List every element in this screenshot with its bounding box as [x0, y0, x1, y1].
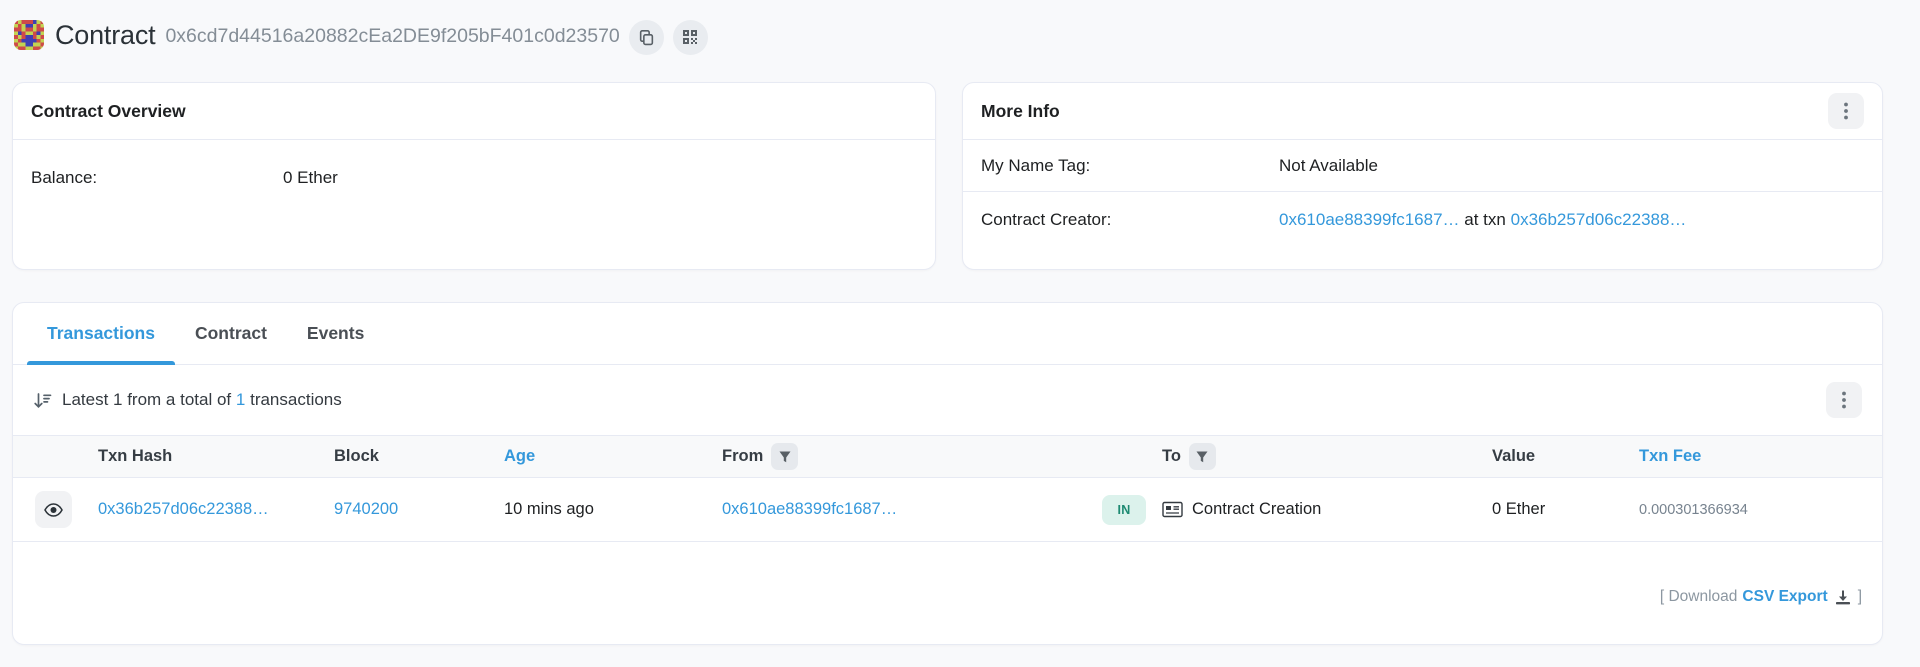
- column-to: To: [1147, 436, 1477, 478]
- filter-icon: [1196, 451, 1208, 463]
- copy-address-button[interactable]: [629, 20, 664, 55]
- contract-creator-label: Contract Creator:: [981, 210, 1279, 230]
- summary-suffix: transactions: [250, 390, 342, 409]
- column-direction-spacer: [1087, 436, 1147, 478]
- column-value: Value: [1477, 436, 1624, 478]
- table-header-row: Txn Hash Block Age From: [13, 436, 1882, 478]
- txn-value: 0 Ether: [1477, 478, 1624, 542]
- from-address-link[interactable]: 0x610ae88399fc1687…: [722, 500, 897, 518]
- qr-code-icon: [682, 29, 698, 45]
- contract-overview-title: Contract Overview: [31, 101, 186, 122]
- contract-creator-row: Contract Creator: 0x610ae88399fc1687… at…: [963, 192, 1882, 248]
- transaction-row: 0x36b257d06c22388… 9740200 10 mins ago 0…: [13, 478, 1882, 542]
- column-from: From: [707, 436, 1087, 478]
- txn-hash-link[interactable]: 0x36b257d06c22388…: [98, 500, 269, 518]
- column-age[interactable]: Age: [489, 436, 707, 478]
- transactions-summary-row: Latest 1 from a total of 1 transactions: [13, 365, 1882, 435]
- block-link[interactable]: 9740200: [334, 500, 398, 518]
- balance-label: Balance:: [31, 168, 283, 188]
- copy-icon: [638, 29, 655, 46]
- page-title: Contract: [55, 20, 155, 51]
- contract-creator-value: 0x610ae88399fc1687… at txn 0x36b257d06c2…: [1279, 210, 1686, 230]
- to-contract-creation: Contract Creation: [1192, 500, 1321, 519]
- name-tag-label: My Name Tag:: [981, 156, 1279, 176]
- transactions-menu-button[interactable]: [1826, 382, 1862, 418]
- name-tag-value: Not Available: [1279, 156, 1378, 176]
- txn-fee: 0.000301366934: [1624, 478, 1882, 542]
- tab-contract[interactable]: Contract: [175, 303, 287, 364]
- summary-count-link[interactable]: 1: [236, 390, 245, 409]
- summary-prefix: Latest 1 from a total of: [62, 390, 231, 409]
- kebab-icon: [1844, 102, 1848, 120]
- column-eye-spacer: [13, 436, 83, 478]
- kebab-icon: [1842, 391, 1846, 409]
- creator-infix: at txn: [1464, 210, 1506, 229]
- csv-export-link[interactable]: CSV Export: [1742, 588, 1827, 606]
- csv-export-row: [ Download CSV Export ]: [1660, 588, 1862, 606]
- download-icon: [1835, 590, 1851, 605]
- contract-creation-icon: [1162, 501, 1183, 518]
- page-header: Contract 0x6cd7d44516a20882cEa2DE9f205bF…: [0, 0, 1920, 68]
- filter-icon: [779, 451, 791, 463]
- column-txn-fee[interactable]: Txn Fee: [1624, 436, 1882, 478]
- balance-value: 0 Ether: [283, 168, 338, 188]
- qr-code-button[interactable]: [673, 20, 708, 55]
- column-txn-hash: Txn Hash: [83, 436, 319, 478]
- direction-badge: IN: [1102, 495, 1146, 525]
- eye-icon: [44, 503, 63, 517]
- download-prefix: [ Download: [1660, 588, 1738, 606]
- tab-events[interactable]: Events: [287, 303, 384, 364]
- txn-preview-button[interactable]: [35, 491, 72, 528]
- txn-age: 10 mins ago: [489, 478, 707, 542]
- more-info-card: More Info My Name Tag: Not Available Con…: [962, 82, 1883, 270]
- tab-transactions[interactable]: Transactions: [27, 303, 175, 364]
- contract-overview-header: Contract Overview: [13, 83, 935, 140]
- tab-bar: Transactions Contract Events: [13, 303, 1882, 365]
- creator-txn-link[interactable]: 0x36b257d06c22388…: [1511, 210, 1687, 229]
- balance-row: Balance: 0 Ether: [13, 152, 935, 203]
- from-filter-button[interactable]: [771, 443, 798, 470]
- top-cards-row: Contract Overview Balance: 0 Ether More …: [12, 82, 1883, 270]
- to-filter-button[interactable]: [1189, 443, 1216, 470]
- transactions-summary: Latest 1 from a total of 1 transactions: [33, 390, 342, 410]
- column-block: Block: [319, 436, 489, 478]
- more-info-menu-button[interactable]: [1828, 93, 1864, 129]
- creator-address-link[interactable]: 0x610ae88399fc1687…: [1279, 210, 1460, 229]
- more-info-title: More Info: [981, 101, 1060, 122]
- transactions-table: Txn Hash Block Age From: [13, 435, 1882, 542]
- transactions-card: Transactions Contract Events Latest 1 fr…: [12, 302, 1883, 645]
- sort-icon: [33, 391, 52, 410]
- contract-address: 0x6cd7d44516a20882cEa2DE9f205bF401c0d235…: [165, 25, 619, 48]
- download-suffix: ]: [1858, 588, 1862, 606]
- contract-identicon: [14, 20, 44, 50]
- name-tag-row: My Name Tag: Not Available: [963, 140, 1882, 192]
- more-info-header: More Info: [963, 83, 1882, 140]
- contract-overview-card: Contract Overview Balance: 0 Ether: [12, 82, 936, 270]
